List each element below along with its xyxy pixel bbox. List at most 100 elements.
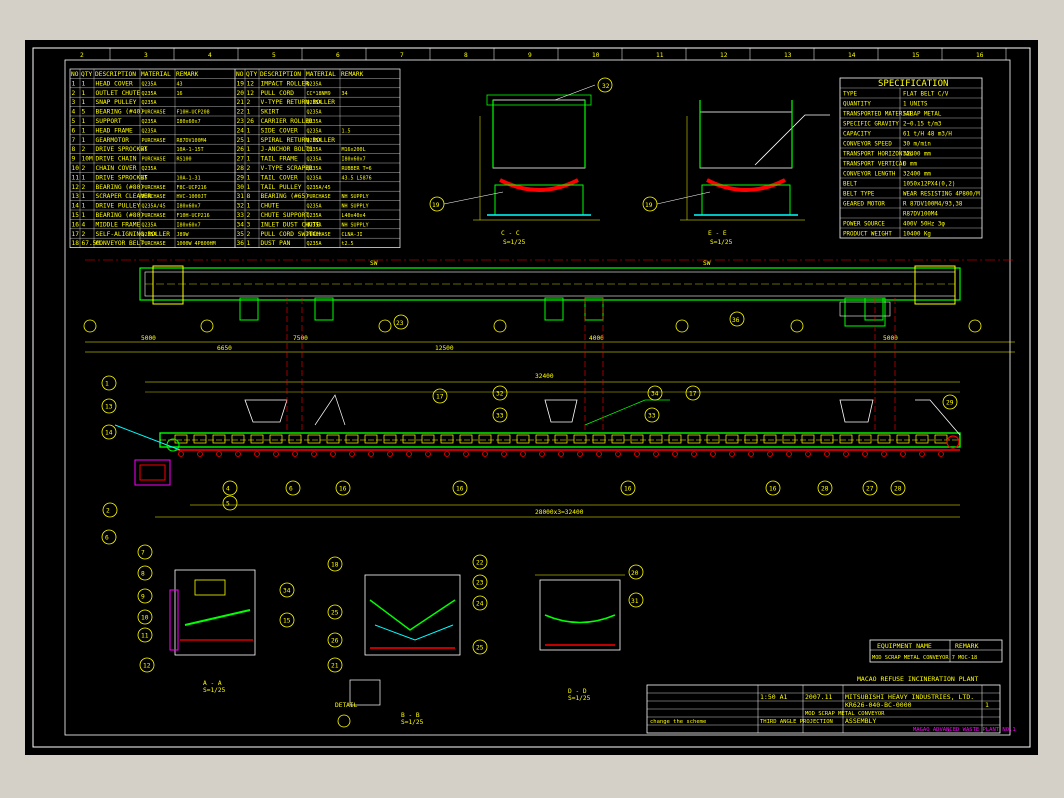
ruler-number: 10 [592, 52, 600, 59]
svg-text:28000x3=32400: 28000x3=32400 [535, 509, 584, 516]
parts-cell: 34 [237, 221, 245, 228]
svg-text:17: 17 [436, 394, 444, 401]
svg-text:6650: 6650 [217, 345, 232, 352]
parts-cell: 12 [247, 80, 255, 87]
parts-cell: 18 [72, 240, 80, 247]
parts-cell: J-ANCHOR BOLTS [261, 146, 313, 153]
spec-label: CAPACITY [843, 132, 871, 138]
parts-cell: 31 [237, 193, 245, 200]
spec-value: 30 m/min [903, 142, 931, 148]
svg-text:25: 25 [331, 610, 339, 617]
spec-value: SCRAP METAL [903, 112, 942, 118]
svg-text:S=1/25: S=1/25 [503, 239, 526, 246]
svg-text:17: 17 [689, 391, 697, 398]
spec-value: 32400 mm [903, 152, 931, 158]
parts-cell: 36 [237, 240, 245, 247]
parts-cell: 1 [82, 80, 86, 87]
parts-cell: 1 [247, 109, 251, 116]
parts-cell: F8C-UCP216 [177, 185, 207, 191]
parts-cell: DRIVE CHAIN [96, 156, 137, 163]
parts-cell: 1 [82, 174, 86, 181]
parts-cell: I80x60x7 [177, 204, 201, 210]
svg-text:18: 18 [331, 562, 339, 569]
parts-cell: 1 [82, 212, 86, 219]
parts-cell: 30 [237, 184, 245, 191]
parts-cell: PURCHASE [142, 194, 166, 200]
cad-drawing-viewport[interactable]: 2 3 4 5 6 7 8 9 10 11 12 13 14 15 16 NO QTY DESCRIPTION M… [25, 40, 1038, 755]
svg-text:ASSEMBLY: ASSEMBLY [845, 717, 876, 725]
parts-cell: Q235A [142, 222, 157, 228]
parts-cell: 1 [82, 99, 86, 106]
parts-cell: 24 [237, 127, 245, 134]
parts-cell: 2 [247, 99, 251, 106]
parts-cell: Q235A [142, 166, 157, 172]
parts-cell: 32 [237, 203, 245, 210]
svg-text:23: 23 [396, 320, 404, 327]
parts-cell: PURCHASE [142, 157, 166, 163]
spec-label: PRODUCT WEIGHT [843, 232, 892, 238]
parts-cell: Q235A [307, 81, 322, 87]
parts-cell: 23 [237, 118, 245, 125]
spec-label: SPECIFIC GRAVITY [843, 122, 899, 128]
parts-cell: F10H-UCP216 [177, 213, 210, 219]
spec-label: POWER SOURCE [843, 222, 885, 228]
parts-cell: Q235A [307, 138, 322, 144]
parts-cell: OUTLET CHUTE [96, 90, 141, 97]
parts-cell: TAIL FRAME [261, 156, 299, 163]
spec-label: CONVEYOR LENGTH [843, 172, 896, 178]
parts-cell: 10M [82, 156, 93, 163]
svg-text:31: 31 [631, 598, 639, 605]
parts-cell: 10 [72, 165, 80, 172]
svg-text:13: 13 [105, 404, 113, 411]
section-d-d: 20 31 D - D S=1/25 [535, 564, 644, 702]
parts-cell: 1 [247, 146, 251, 153]
parts-cell: CHUTE SUPPORT [261, 212, 310, 219]
parts-cell: 1 [247, 203, 251, 210]
parts-cell: IMPACT ROLLER [261, 80, 310, 87]
ruler-number: 4 [208, 52, 212, 59]
parts-cell: 1 [82, 203, 86, 210]
parts-cell: Q235A [142, 91, 157, 97]
spec-value: 0 mm [903, 162, 917, 168]
parts-cell: 19 [237, 80, 245, 87]
parts-cell: 2 [247, 212, 251, 219]
svg-text:7: 7 [141, 550, 145, 557]
parts-cell: 43.5 L5876 [342, 175, 372, 181]
parts-cell: 17 [72, 231, 80, 238]
parts-cell: 14 [72, 203, 80, 210]
parts-cell: 45 [142, 175, 148, 181]
ruler-number: 14 [848, 52, 856, 59]
spec-value: 400V 50Hz 3φ [903, 222, 945, 228]
spec-label: CONVEYOR SPEED [843, 142, 892, 148]
parts-cell: 6 [72, 127, 76, 134]
svg-text:26: 26 [331, 638, 339, 645]
svg-text:34: 34 [283, 588, 291, 595]
svg-text:2007.11: 2007.11 [805, 693, 832, 701]
parts-cell: DRIVE SPROCKET [96, 146, 148, 153]
parts-cell: TAIL PULLEY [261, 184, 302, 191]
spec-value: 10400 Kg [903, 232, 931, 238]
parts-cell: 1 [247, 156, 251, 163]
ruler-number: 11 [656, 52, 664, 59]
parts-cell: Q235A [307, 241, 322, 247]
svg-text:5000: 5000 [883, 335, 898, 342]
ruler-number: 2 [80, 52, 84, 59]
parts-cell: 1 [247, 184, 251, 191]
section-c-c: 32 19 C - C S=1/25 [429, 77, 613, 246]
conveyor-assembly-drawing: 2 3 4 5 6 7 8 9 10 11 12 13 14 15 16 NO QTY DESCRIPTION M… [32, 47, 1031, 748]
parts-cell: 2 [72, 90, 76, 97]
parts-cell: 1 [82, 118, 86, 125]
parts-cell: 1.5 [342, 128, 351, 134]
parts-cell: 20 [237, 90, 245, 97]
parts-header: NO [236, 71, 244, 78]
spec-label: QUANTITY [843, 102, 871, 108]
svg-text:34: 34 [651, 391, 659, 398]
equipment-name-box: EQUIPMENT NAME REMARK MOD SCRAP METAL CO… [869, 639, 1003, 663]
parts-cell: Q235A [307, 128, 322, 134]
parts-cell: CC*18NM9 [307, 91, 331, 97]
parts-cell: Q235A [307, 175, 322, 181]
parts-cell: GEARMOTOR [96, 137, 130, 144]
parts-cell: 1 [82, 137, 86, 144]
spec-value: R87DV100M4 [903, 212, 938, 218]
svg-text:20: 20 [631, 570, 639, 577]
